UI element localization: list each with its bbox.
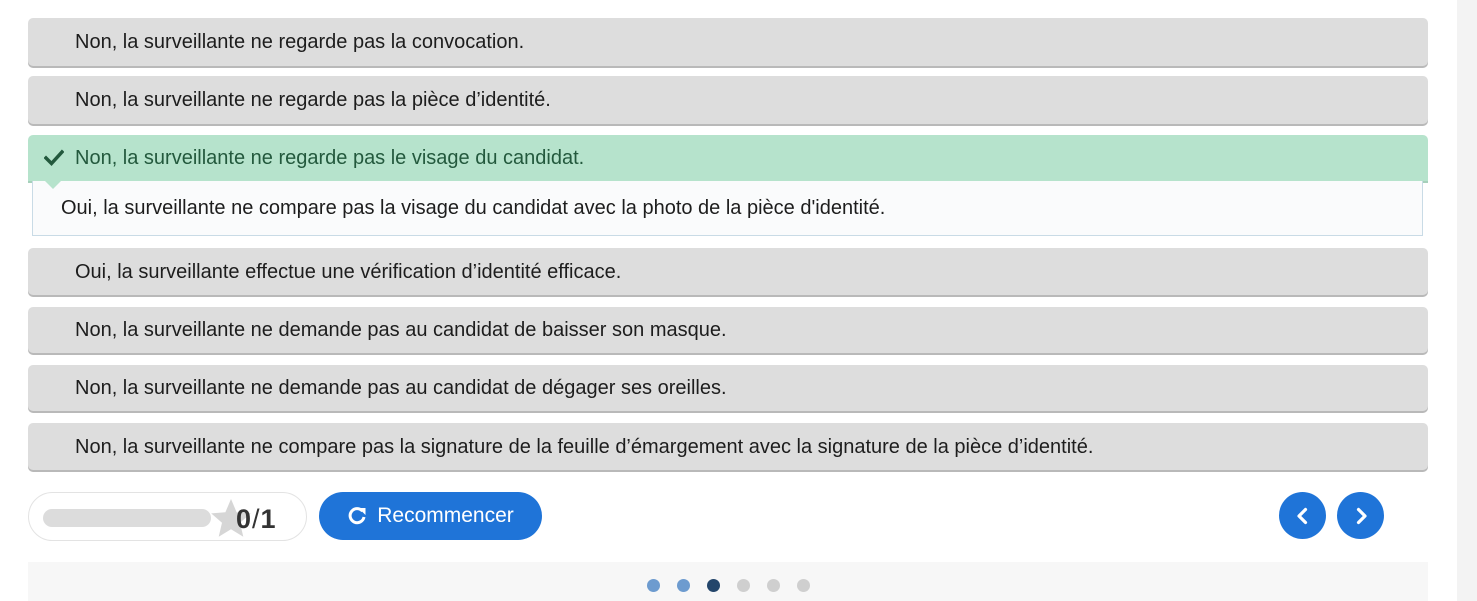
feedback-text: Oui, la surveillante ne compare pas la v…	[61, 196, 886, 219]
page-indicator	[647, 579, 827, 592]
answer-option-6[interactable]: Non, la surveillante ne demande pas au c…	[28, 365, 1428, 411]
score-progress-bar	[43, 509, 211, 527]
retry-icon	[348, 507, 366, 525]
score-panel: 0/1	[28, 492, 307, 541]
feedback-pointer	[45, 181, 61, 189]
retry-button-label: Recommencer	[377, 504, 514, 527]
answer-option-5[interactable]: Non, la surveillante ne demande pas au c…	[28, 307, 1428, 353]
checkmark-icon	[44, 149, 64, 167]
previous-button[interactable]	[1279, 492, 1326, 539]
answer-option-label: Non, la surveillante ne regarde pas le v…	[75, 147, 585, 169]
page-dot[interactable]	[797, 579, 810, 592]
page-dot[interactable]	[767, 579, 780, 592]
next-button[interactable]	[1337, 492, 1384, 539]
scrollbar[interactable]	[1457, 0, 1477, 601]
question-page: Non, la surveillante ne regarde pas la c…	[0, 0, 1477, 601]
score-text: 0/1	[236, 504, 277, 535]
answer-option-label: Non, la surveillante ne demande pas au c…	[75, 377, 727, 399]
answer-option-label: Non, la surveillante ne compare pas la s…	[75, 435, 1094, 458]
answer-option-label: Oui, la surveillante effectue une vérifi…	[75, 260, 622, 283]
answer-option-7[interactable]: Non, la surveillante ne compare pas la s…	[28, 423, 1428, 470]
page-dot[interactable]	[737, 579, 750, 592]
retry-button[interactable]: Recommencer	[319, 492, 542, 540]
answer-option-label: Non, la surveillante ne demande pas au c…	[75, 319, 727, 341]
page-dot[interactable]	[677, 579, 690, 592]
answer-option-1[interactable]: Non, la surveillante ne regarde pas la c…	[28, 18, 1428, 66]
answer-option-4[interactable]: Oui, la surveillante effectue une vérifi…	[28, 248, 1428, 295]
answer-option-label: Non, la surveillante ne regarde pas la c…	[75, 31, 525, 53]
chevron-right-icon	[1356, 507, 1367, 524]
answer-option-3-correct[interactable]: Non, la surveillante ne regarde pas le v…	[28, 135, 1428, 181]
score-current: 0	[236, 504, 253, 534]
page-dot[interactable]	[707, 579, 720, 592]
answer-option-2[interactable]: Non, la surveillante ne regarde pas la p…	[28, 76, 1428, 124]
score-max: 1	[260, 504, 277, 534]
score-separator: /	[252, 504, 261, 534]
answer-feedback: Oui, la surveillante ne compare pas la v…	[32, 181, 1423, 236]
page-dot[interactable]	[647, 579, 660, 592]
answer-option-label: Non, la surveillante ne regarde pas la p…	[75, 89, 551, 111]
chevron-left-icon	[1296, 507, 1307, 524]
